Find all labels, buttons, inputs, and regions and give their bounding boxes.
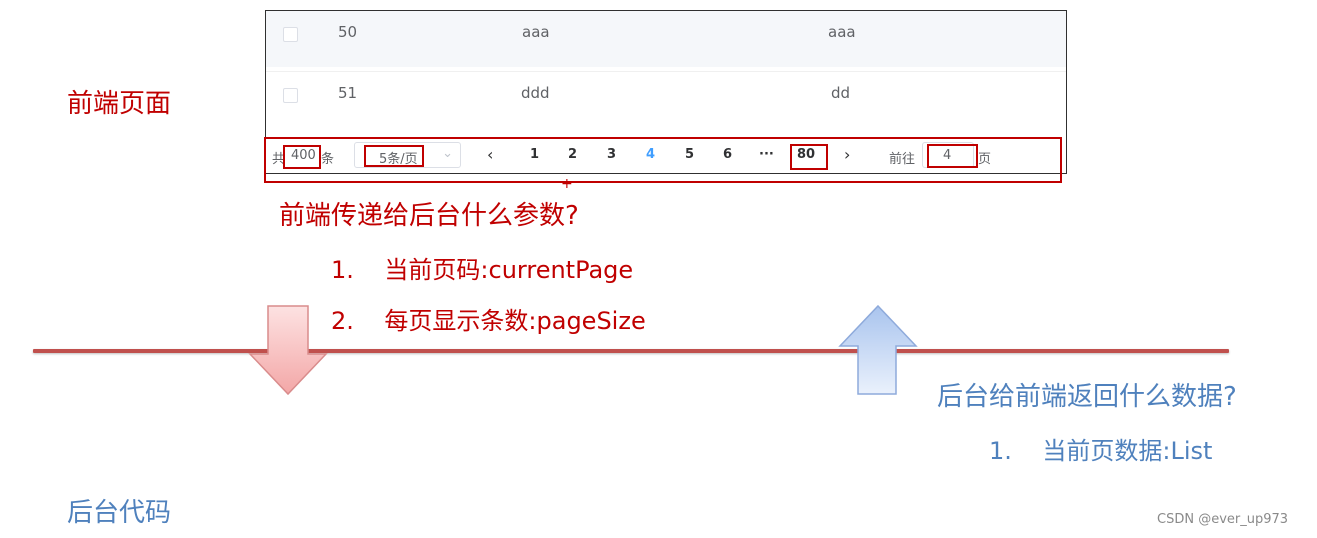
row-checkbox[interactable] bbox=[283, 88, 298, 103]
row-col3: aaa bbox=[828, 23, 856, 41]
cursor-mark: + bbox=[561, 176, 573, 192]
row-col2: aaa bbox=[522, 23, 550, 41]
backend-question-title: 后台给前端返回什么数据? bbox=[937, 382, 1237, 412]
row-checkbox[interactable] bbox=[283, 27, 298, 42]
last-page-highlight-box bbox=[790, 144, 828, 170]
row-col3: dd bbox=[831, 84, 851, 102]
down-arrow-icon bbox=[248, 305, 328, 396]
divider-line bbox=[33, 349, 1229, 353]
goto-highlight-box bbox=[927, 144, 978, 168]
row-id: 50 bbox=[338, 23, 358, 41]
row-col2: ddd bbox=[521, 84, 550, 102]
frontend-param-item: 1. 当前页码:currentPage bbox=[331, 256, 634, 284]
table-row: 51 ddd dd bbox=[266, 71, 1066, 128]
backend-return-item: 1. 当前页数据:List bbox=[989, 437, 1213, 465]
frontend-param-item: 2. 每页显示条数:pageSize bbox=[331, 307, 646, 335]
table-row: 50 aaa aaa bbox=[266, 11, 1066, 67]
row-id: 51 bbox=[338, 84, 358, 102]
frontend-page-label: 前端页面 bbox=[67, 89, 172, 119]
page-size-highlight-box bbox=[364, 145, 424, 167]
backend-code-label: 后台代码 bbox=[67, 498, 172, 528]
up-arrow-icon bbox=[838, 304, 918, 395]
total-highlight-box bbox=[283, 145, 321, 169]
watermark: CSDN @ever_up973 bbox=[1157, 512, 1289, 527]
frontend-question-title: 前端传递给后台什么参数? bbox=[279, 201, 579, 231]
